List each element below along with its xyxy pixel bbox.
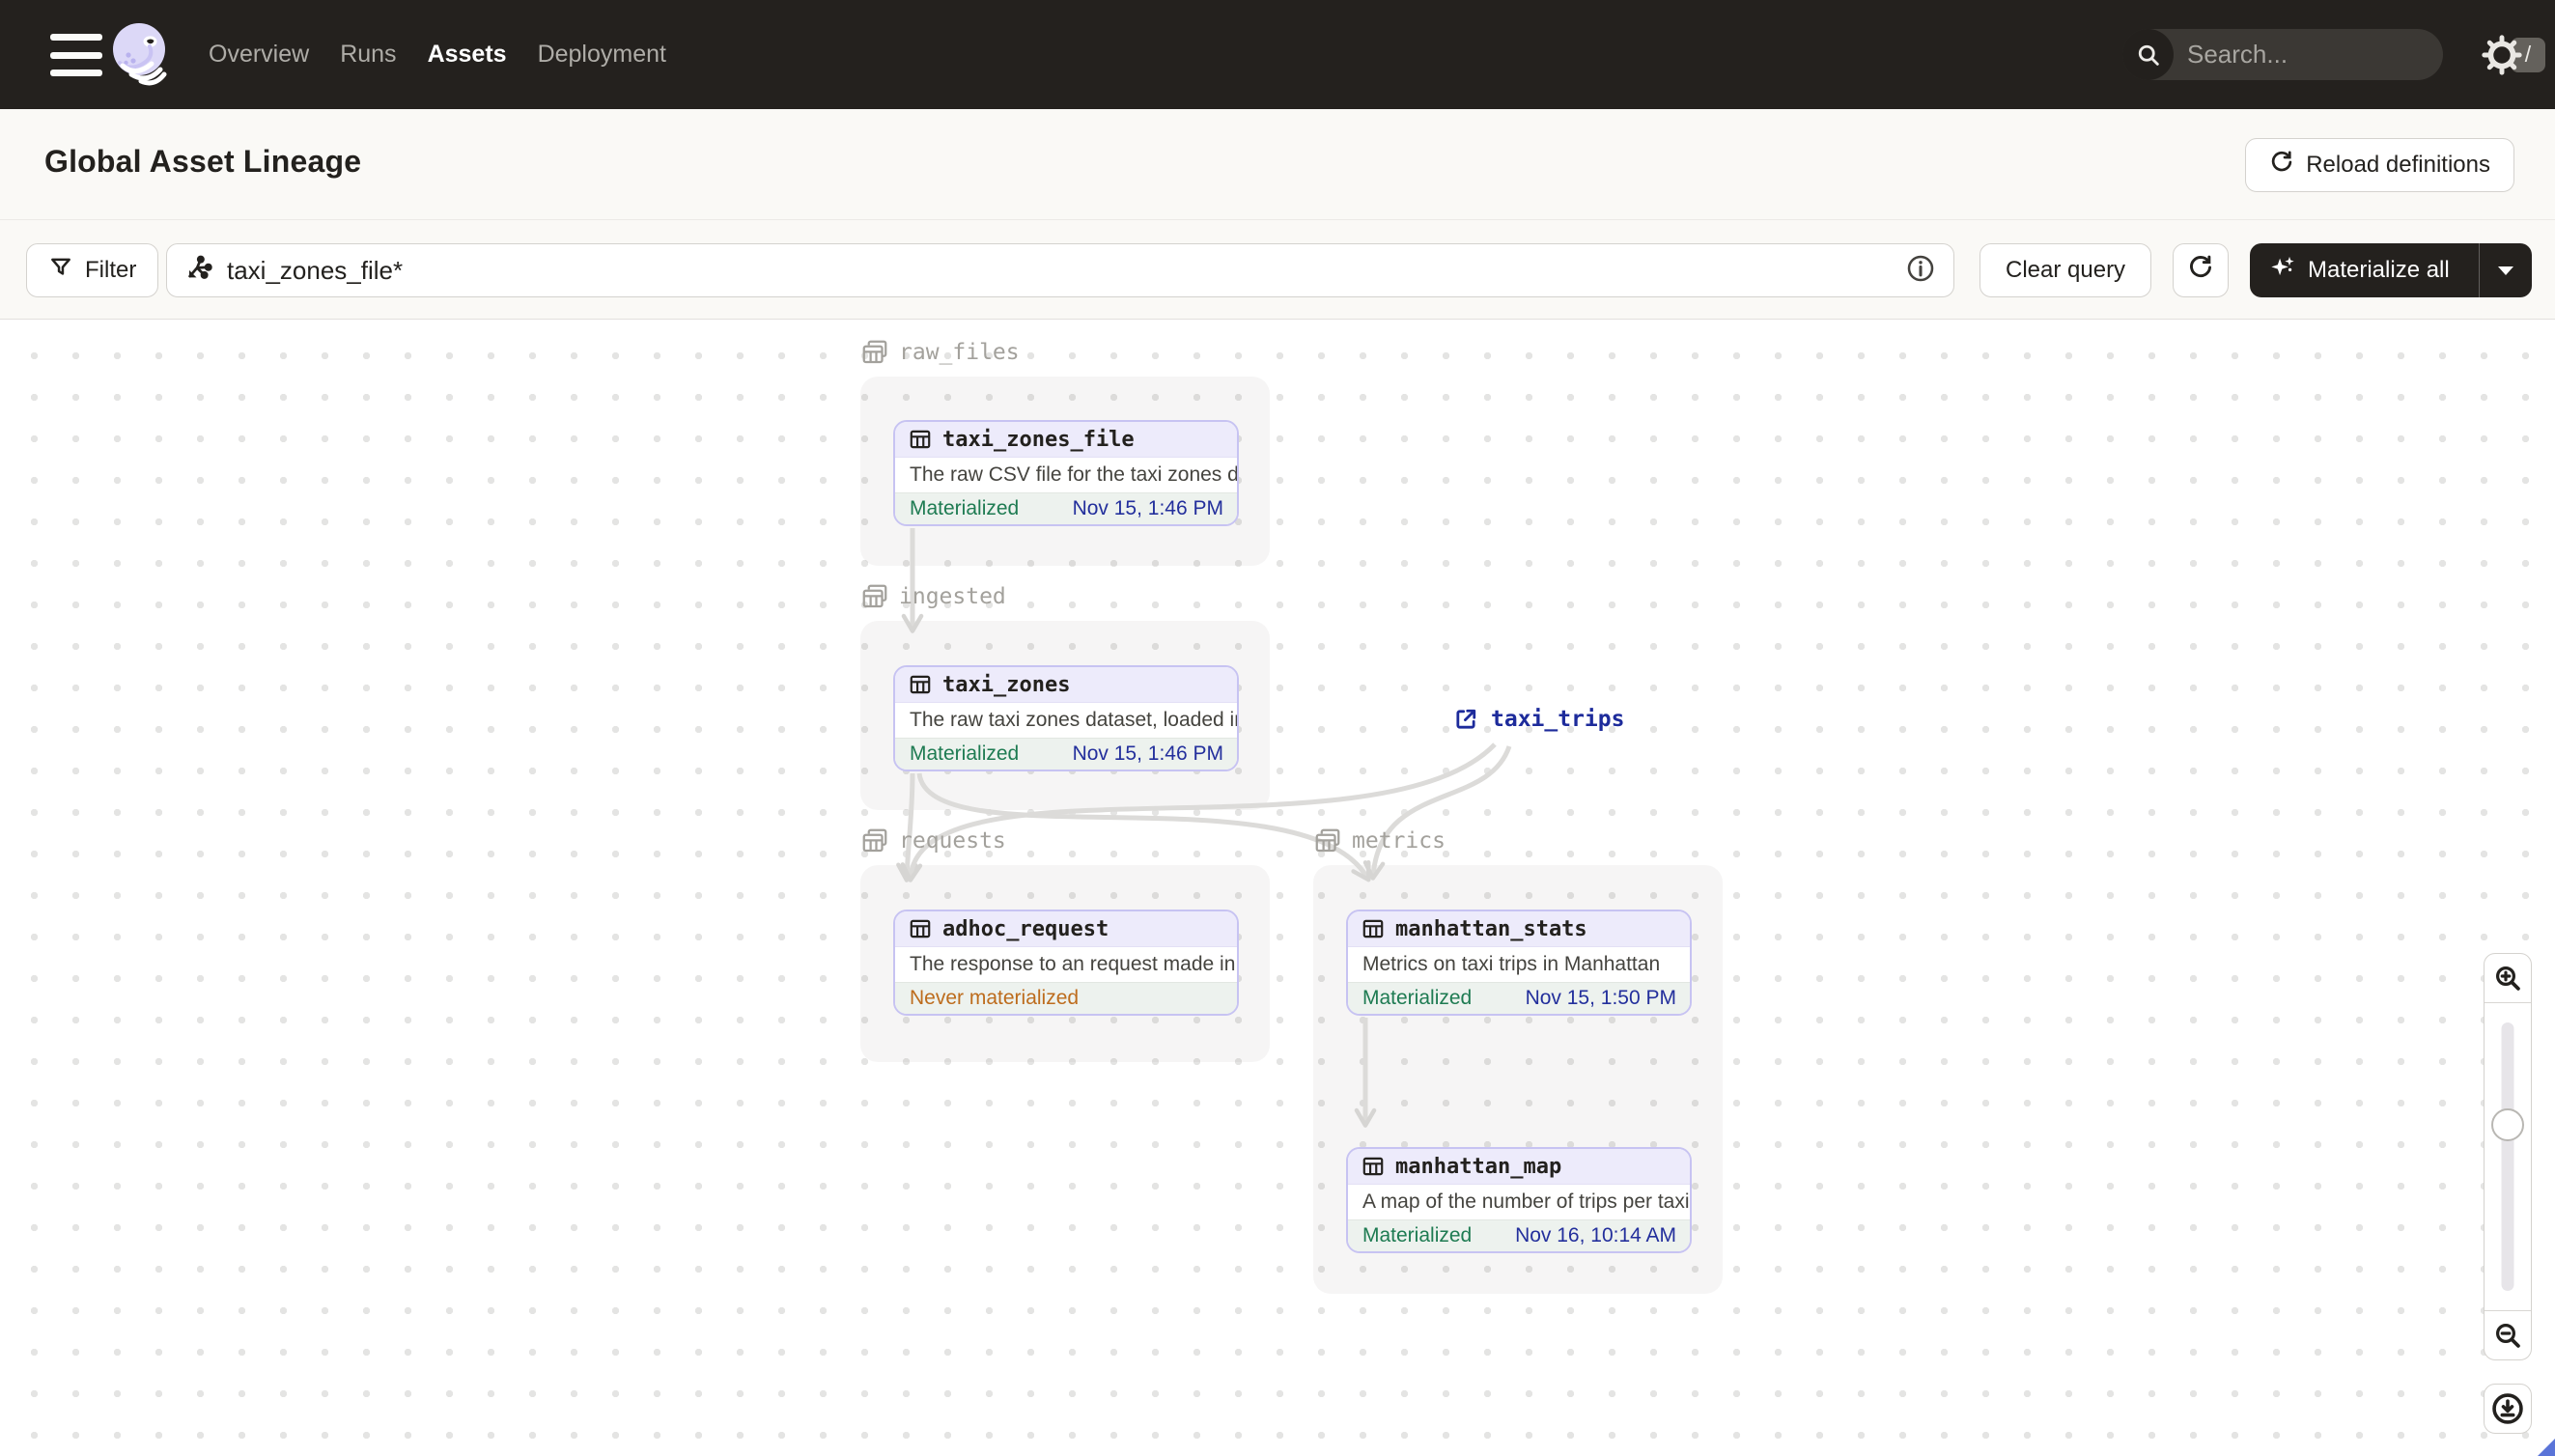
status-badge: Materialized bbox=[1362, 1224, 1473, 1246]
external-asset-taxi-trips[interactable]: taxi_trips bbox=[1452, 706, 1624, 733]
search-bar[interactable]: / bbox=[2122, 29, 2545, 80]
zoom-slider-track[interactable] bbox=[2501, 1022, 2514, 1291]
zoom-out-icon bbox=[2495, 1323, 2520, 1348]
dagster-logo[interactable] bbox=[108, 20, 176, 88]
group-label-ingested[interactable]: ingested bbox=[860, 582, 1006, 611]
gear-icon[interactable] bbox=[2482, 35, 2522, 75]
group-icon bbox=[862, 584, 887, 608]
nav-item-deployment[interactable]: Deployment bbox=[538, 41, 666, 69]
materialize-options-caret[interactable] bbox=[2480, 266, 2532, 275]
refresh-icon bbox=[2187, 254, 2214, 288]
group-label-raw-files[interactable]: raw_files bbox=[860, 338, 1020, 367]
table-icon bbox=[910, 919, 931, 938]
materialize-all-button[interactable]: Materialize all bbox=[2250, 243, 2532, 297]
asset-description: The raw taxi zones dataset, loaded int..… bbox=[895, 703, 1237, 738]
hamburger-menu-icon[interactable] bbox=[50, 34, 104, 76]
status-badge: Materialized bbox=[1362, 987, 1473, 1009]
table-icon bbox=[910, 430, 931, 449]
asset-node-taxi-zones[interactable]: taxi_zones The raw taxi zones dataset, l… bbox=[893, 665, 1239, 771]
chevron-down-icon bbox=[2498, 266, 2513, 275]
zoom-controls bbox=[2484, 953, 2532, 1360]
asset-node-manhattan-map[interactable]: manhattan_map A map of the number of tri… bbox=[1346, 1147, 1692, 1253]
page-header: Global Asset Lineage Reload definitions bbox=[0, 109, 2555, 220]
refresh-icon bbox=[2269, 150, 2294, 182]
group-label-requests[interactable]: requests bbox=[860, 826, 1006, 855]
asset-description: The response to an request made in th... bbox=[895, 947, 1237, 982]
materialization-timestamp: Nov 15, 1:46 PM bbox=[1072, 497, 1223, 519]
download-image-button[interactable] bbox=[2484, 1384, 2532, 1434]
reload-definitions-button[interactable]: Reload definitions bbox=[2245, 138, 2514, 192]
filter-icon bbox=[48, 255, 73, 287]
search-icon bbox=[2122, 29, 2174, 80]
table-icon bbox=[1362, 1157, 1384, 1176]
zoom-slider-knob[interactable] bbox=[2491, 1108, 2524, 1141]
group-icon bbox=[862, 828, 887, 853]
sparkle-icon bbox=[2269, 254, 2296, 288]
asset-description: Metrics on taxi trips in Manhattan bbox=[1348, 947, 1690, 982]
status-badge: Materialized bbox=[910, 742, 1020, 765]
materialization-timestamp: Nov 16, 10:14 AM bbox=[1515, 1224, 1676, 1246]
asset-node-taxi-zones-file[interactable]: taxi_zones_file The raw CSV file for the… bbox=[893, 420, 1239, 526]
zoom-in-icon bbox=[2495, 966, 2520, 991]
asset-node-manhattan-stats[interactable]: manhattan_stats Metrics on taxi trips in… bbox=[1346, 910, 1692, 1016]
asset-description: The raw CSV file for the taxi zones dat.… bbox=[895, 458, 1237, 492]
download-icon bbox=[2492, 1393, 2523, 1424]
zoom-out-button[interactable] bbox=[2485, 1310, 2531, 1359]
top-nav: Overview Runs Assets Deployment / bbox=[0, 0, 2555, 109]
status-badge: Materialized bbox=[910, 497, 1020, 519]
asset-description: A map of the number of trips per taxi z.… bbox=[1348, 1185, 1690, 1219]
lineage-edges bbox=[896, 528, 1512, 1128]
asset-query-box[interactable] bbox=[166, 243, 1954, 297]
materialization-timestamp: Nov 15, 1:50 PM bbox=[1525, 987, 1676, 1009]
materialization-timestamp: Nov 15, 1:46 PM bbox=[1072, 742, 1223, 765]
lineage-canvas[interactable]: raw_files ingested requests metrics taxi… bbox=[0, 320, 2555, 1456]
group-icon bbox=[862, 340, 887, 364]
external-link-icon bbox=[1456, 709, 1476, 729]
lineage-toolbar: Filter Clear query bbox=[0, 220, 2555, 320]
corner-resize-handle bbox=[2538, 1439, 2555, 1456]
nav-item-assets[interactable]: Assets bbox=[428, 41, 507, 69]
status-badge: Never materialized bbox=[910, 987, 1080, 1009]
search-input[interactable] bbox=[2174, 40, 2511, 70]
nav-item-runs[interactable]: Runs bbox=[340, 41, 396, 69]
filter-button[interactable]: Filter bbox=[26, 243, 159, 297]
zoom-in-button[interactable] bbox=[2485, 954, 2531, 1003]
group-label-metrics[interactable]: metrics bbox=[1313, 826, 1446, 855]
asset-query-input[interactable] bbox=[227, 255, 1905, 286]
nav-links: Overview Runs Assets Deployment bbox=[209, 0, 666, 109]
nav-item-overview[interactable]: Overview bbox=[209, 41, 309, 69]
page-title: Global Asset Lineage bbox=[44, 144, 362, 179]
info-icon[interactable] bbox=[1905, 253, 1936, 289]
lineage-query-icon bbox=[184, 254, 213, 288]
table-icon bbox=[910, 675, 931, 694]
asset-node-adhoc-request[interactable]: adhoc_request The response to an request… bbox=[893, 910, 1239, 1016]
group-icon bbox=[1315, 828, 1340, 853]
table-icon bbox=[1362, 919, 1384, 938]
clear-query-button[interactable]: Clear query bbox=[1979, 243, 2152, 297]
refresh-graph-button[interactable] bbox=[2173, 243, 2229, 297]
zoom-slider bbox=[2485, 1003, 2531, 1310]
